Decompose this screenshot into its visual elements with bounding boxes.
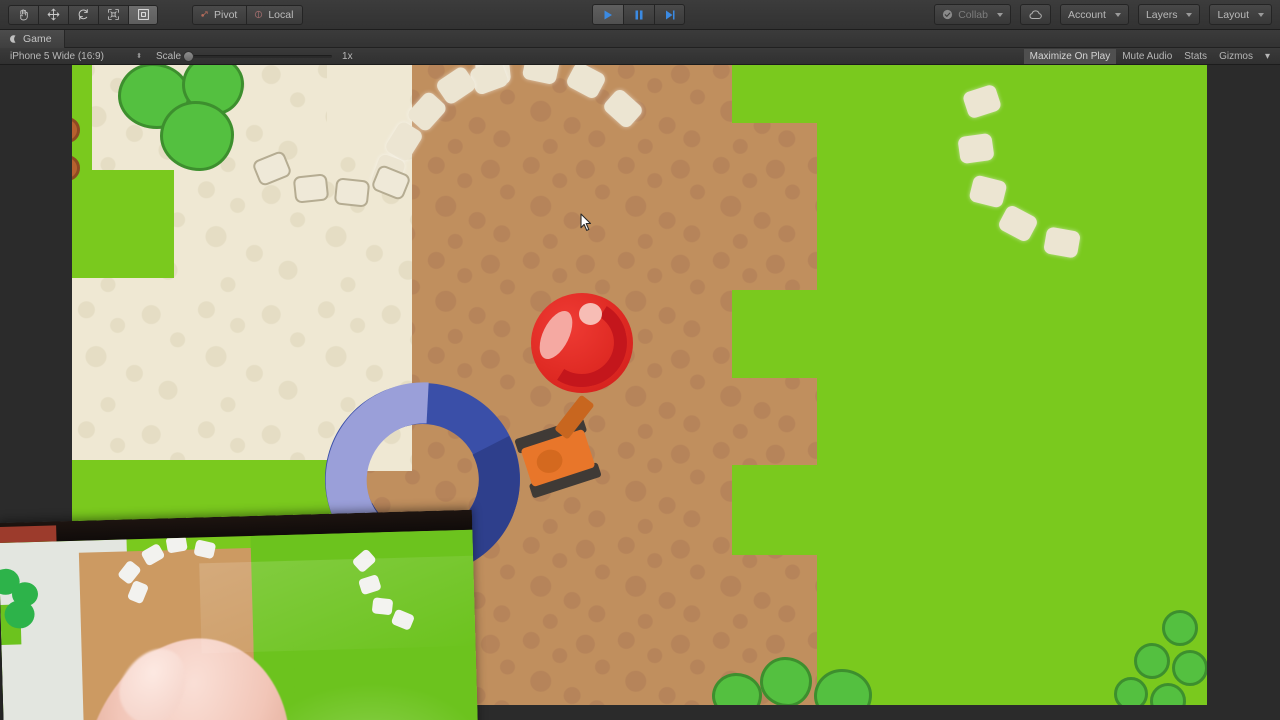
game-view-icon <box>10 34 16 43</box>
stats-toggle[interactable]: Stats <box>1178 49 1213 64</box>
main-toolbar: Pivot Local Collab Account Layers Layout <box>0 0 1280 30</box>
layout-button[interactable]: Layout <box>1209 4 1272 25</box>
green-step-block-2 <box>732 290 820 378</box>
playmode-controls <box>592 4 685 25</box>
rect-tool-button[interactable] <box>128 4 158 25</box>
move-arrows-icon <box>47 8 60 21</box>
pivot-label: Pivot <box>214 8 238 21</box>
chevron-down-icon <box>1114 12 1121 17</box>
account-label: Account <box>1068 8 1106 21</box>
scale-label: Scale <box>156 50 182 62</box>
play-icon <box>604 10 612 19</box>
chevron-down-icon <box>1186 12 1193 17</box>
screen-glare <box>252 679 480 720</box>
stone-tile <box>957 132 995 165</box>
tab-game[interactable]: Game <box>0 29 65 48</box>
game-viewport[interactable] <box>0 65 1280 720</box>
aspect-ratio-dropdown[interactable]: iPhone 5 Wide (16:9) ⬍ <box>6 49 146 64</box>
phone-bezel-accent <box>0 525 57 543</box>
layout-label: Layout <box>1217 8 1249 21</box>
green-step-block-1 <box>732 65 822 123</box>
stone-tile-outline <box>292 173 330 204</box>
layers-button[interactable]: Layers <box>1137 4 1201 25</box>
unity-editor-window: Pivot Local Collab Account Layers Layout… <box>0 0 1280 720</box>
account-button[interactable]: Account <box>1060 4 1129 25</box>
scale-slider[interactable] <box>183 51 333 62</box>
rotate-icon <box>78 9 88 20</box>
hand-icon <box>20 9 28 21</box>
transform-tools-group <box>8 4 158 25</box>
local-label: Local <box>268 8 294 21</box>
game-view-tabbar: Game <box>0 29 1280 48</box>
updown-arrow-icon: ⬍ <box>136 53 142 60</box>
camera-pip-overlay[interactable] <box>0 509 480 720</box>
pip-stone-tile <box>165 534 188 554</box>
stone-tile-outline <box>333 177 371 208</box>
rect-transform-icon <box>137 9 149 20</box>
bush-cluster-dot <box>1134 643 1170 679</box>
tree-bush <box>160 101 234 171</box>
gizmos-toggle[interactable]: Gizmos <box>1213 49 1259 64</box>
aspect-ratio-value: iPhone 5 Wide (16:9) <box>10 50 104 62</box>
collab-button[interactable]: Collab <box>934 4 1011 25</box>
play-button[interactable] <box>592 4 623 25</box>
game-view-controlbar: iPhone 5 Wide (16:9) ⬍ Scale 1x Maximize… <box>0 48 1280 65</box>
green-step-block-3 <box>732 465 820 555</box>
ball-highlight-small <box>579 303 602 325</box>
maximize-on-play-toggle[interactable]: Maximize On Play <box>1023 48 1117 64</box>
hand-tool-button[interactable] <box>8 4 38 25</box>
chevron-down-icon <box>997 12 1003 17</box>
collab-label: Collab <box>958 8 988 21</box>
local-axis-icon <box>255 10 263 19</box>
cloud-button[interactable] <box>1020 4 1051 25</box>
bush-cluster-dot <box>1162 610 1198 646</box>
scale-value: 1x <box>342 50 353 62</box>
move-tool-button[interactable] <box>38 4 68 25</box>
screen-glare-top <box>199 555 480 654</box>
mute-audio-toggle[interactable]: Mute Audio <box>1116 49 1178 64</box>
green-block-left-upper <box>72 170 174 278</box>
red-ball-object <box>528 290 636 396</box>
scale-tool-button[interactable] <box>98 4 128 25</box>
pivot-group: Pivot Local <box>192 4 304 25</box>
chevron-down-icon <box>1258 12 1264 17</box>
phone-screen <box>0 529 480 720</box>
gizmos-dropdown-caret[interactable]: ▾ <box>1259 49 1276 64</box>
scale-slider-group: Scale 1x <box>156 51 353 62</box>
step-forward-icon <box>665 10 674 19</box>
pivot-icon <box>201 11 208 17</box>
scale-icon <box>108 9 119 20</box>
stone-tile <box>1042 226 1082 259</box>
tab-game-label: Game <box>23 32 52 45</box>
game-view-toggles: Maximize On Play Mute Audio Stats Gizmos… <box>1023 48 1276 64</box>
step-button[interactable] <box>654 4 685 25</box>
layers-label: Layers <box>1145 8 1178 21</box>
green-block-left-sliver <box>72 65 92 171</box>
collab-check-icon <box>943 9 953 20</box>
rotate-tool-button[interactable] <box>68 4 98 25</box>
toolbar-right-group: Collab Account Layers Layout <box>934 4 1272 25</box>
pause-icon <box>635 10 643 19</box>
bush-cluster-dot <box>1172 650 1207 686</box>
pivot-toggle-button[interactable]: Pivot <box>192 4 247 25</box>
tree-bush <box>760 657 812 705</box>
cloud-icon <box>1029 10 1042 19</box>
bush-cluster-dot <box>1114 677 1148 705</box>
scale-slider-handle[interactable] <box>183 51 195 62</box>
pause-button[interactable] <box>623 4 654 25</box>
local-toggle-button[interactable]: Local <box>246 4 304 25</box>
